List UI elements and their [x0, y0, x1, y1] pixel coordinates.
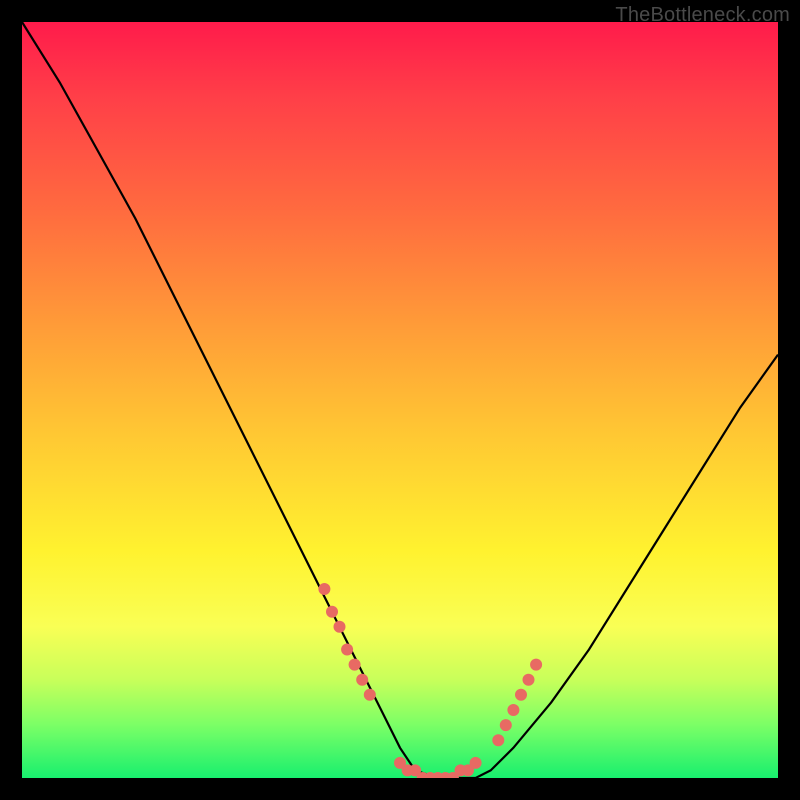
- bottleneck-curve: [22, 22, 778, 778]
- data-marker: [523, 674, 535, 686]
- chart-stage: TheBottleneck.com: [0, 0, 800, 800]
- data-marker: [318, 583, 330, 595]
- curve-layer: [22, 22, 778, 778]
- data-marker: [507, 704, 519, 716]
- data-marker: [500, 719, 512, 731]
- data-marker: [341, 644, 353, 656]
- data-marker: [326, 606, 338, 618]
- data-marker: [364, 689, 376, 701]
- data-marker: [470, 757, 482, 769]
- marker-group: [318, 583, 542, 778]
- data-marker: [334, 621, 346, 633]
- data-marker: [530, 659, 542, 671]
- data-marker: [356, 674, 368, 686]
- watermark-text: TheBottleneck.com: [615, 4, 790, 27]
- data-marker: [515, 689, 527, 701]
- data-marker: [349, 659, 361, 671]
- plot-area: [22, 22, 778, 778]
- data-marker: [492, 734, 504, 746]
